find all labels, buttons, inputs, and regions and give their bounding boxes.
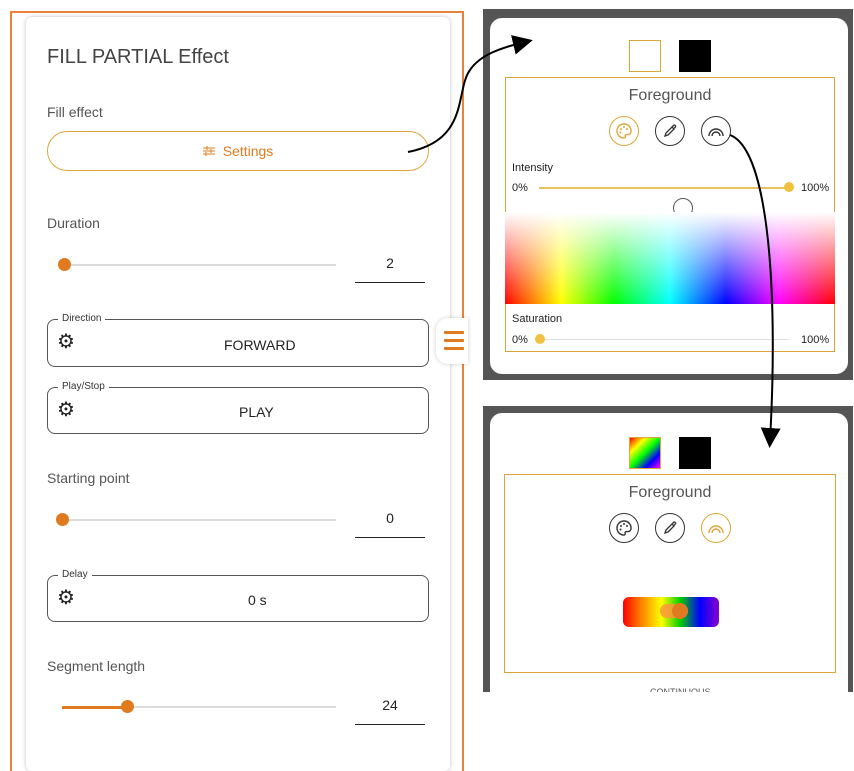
- arrow-icon: [407, 35, 781, 448]
